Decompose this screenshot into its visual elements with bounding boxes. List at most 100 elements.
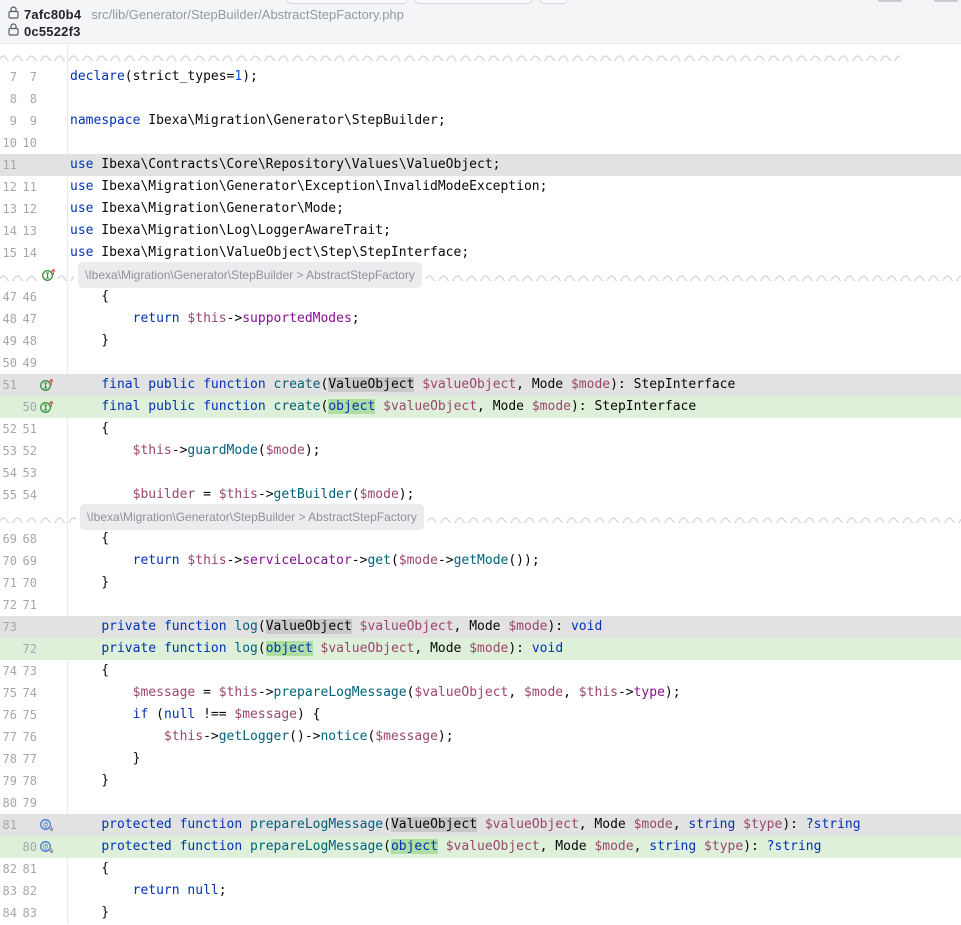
line-number-gutter: 1010 — [0, 132, 67, 154]
code-text: } — [67, 572, 961, 594]
code-line[interactable]: 1312use Ibexa\Migration\Generator\Mode; — [0, 198, 961, 220]
code-line[interactable]: 7170 } — [0, 572, 961, 594]
line-number-old: 83 — [0, 880, 17, 902]
line-number-new: 77 — [17, 748, 37, 770]
diff-line-removed[interactable]: 11use Ibexa\Contracts\Core\Repository\Va… — [0, 154, 961, 176]
line-number-new: 48 — [17, 330, 37, 352]
code-line[interactable]: 7978 } — [0, 770, 961, 792]
wavy-separator — [0, 269, 40, 281]
code-line[interactable]: 5251 { — [0, 418, 961, 440]
line-number-new: 7 — [17, 66, 37, 88]
line-number-old: 14 — [0, 220, 17, 242]
line-number-gutter: 5352 — [0, 440, 67, 462]
line-number-new: 74 — [17, 682, 37, 704]
code-text: } — [67, 770, 961, 792]
line-number-gutter: 7877 — [0, 748, 67, 770]
code-line[interactable]: 1413use Ibexa\Migration\Log\LoggerAwareT… — [0, 220, 961, 242]
implements-method-icon[interactable]: I — [39, 399, 55, 415]
code-line[interactable]: 4948 } — [0, 330, 961, 352]
code-line[interactable]: 7675 if (null !== $message) { — [0, 704, 961, 726]
code-line[interactable]: 1010 — [0, 132, 961, 154]
code-text: $this->getLogger()->notice($message); — [67, 726, 961, 748]
line-number-old: 72 — [0, 594, 17, 616]
toolbar-edge — [540, 0, 567, 4]
line-number-gutter: 80@ — [0, 836, 67, 858]
lock-icon — [8, 6, 19, 24]
code-text: { — [67, 858, 961, 880]
code-line[interactable]: 7069 return $this->serviceLocator->get($… — [0, 550, 961, 572]
diff-line-added[interactable]: 50I final public function create(object … — [0, 396, 961, 418]
code-line[interactable]: 6968 { — [0, 528, 961, 550]
line-number-new: 80 — [17, 836, 37, 858]
wavy-separator — [428, 511, 961, 523]
annotated-method-icon[interactable]: @ — [39, 817, 55, 833]
code-line[interactable]: 99namespace Ibexa\Migration\Generator\St… — [0, 110, 961, 132]
line-number-gutter: 73 — [0, 616, 67, 638]
code-line[interactable]: 7574 $message = $this->prepareLogMessage… — [0, 682, 961, 704]
code-text: { — [67, 528, 961, 550]
toolbar-edge — [878, 0, 902, 2]
line-number-gutter: 7776 — [0, 726, 67, 748]
line-number-gutter: 81@ — [0, 814, 67, 836]
diff-editor[interactable]: 77 declare(strict_types=1);8899namespace … — [0, 44, 961, 924]
diff-line-added[interactable]: 80@ protected function prepareLogMessage… — [0, 836, 961, 858]
line-number-new: 76 — [17, 726, 37, 748]
code-line[interactable]: 8281 { — [0, 858, 961, 880]
code-line[interactable]: 7776 $this->getLogger()->notice($message… — [0, 726, 961, 748]
diff-line-removed[interactable]: 73 private function log(ValueObject $val… — [0, 616, 961, 638]
code-text: declare(strict_types=1); — [67, 66, 961, 88]
line-number-old: 47 — [0, 286, 17, 308]
code-line[interactable]: 1514use Ibexa\Migration\ValueObject\Step… — [0, 242, 961, 264]
code-line[interactable]: 5049 — [0, 352, 961, 374]
line-number-new: 14 — [17, 242, 37, 264]
line-number-old: 84 — [0, 902, 17, 924]
line-number-gutter: 7675 — [0, 704, 67, 726]
implements-method-icon[interactable]: I — [41, 267, 57, 283]
line-number-old: 78 — [0, 748, 17, 770]
line-number-gutter: 1514 — [0, 242, 67, 264]
toolbar-edge — [415, 0, 532, 4]
line-number-new: 50 — [17, 396, 37, 418]
code-line[interactable]: 88 — [0, 88, 961, 110]
diff-body: 77 declare(strict_types=1);8899namespace … — [0, 44, 961, 924]
code-text: use Ibexa\Migration\Generator\Mode; — [67, 198, 961, 220]
line-number-gutter: 4847 — [0, 308, 67, 330]
collapsed-region-separator: I \Ibexa\Migration\Generator\StepBuilder … — [0, 264, 961, 286]
collapsed-region-separator: \Ibexa\Migration\Generator\StepBuilder >… — [0, 506, 961, 528]
line-number-gutter: 7473 — [0, 660, 67, 682]
line-number-new: 51 — [17, 418, 37, 440]
diff-line-removed[interactable]: 51I final public function create(ValueOb… — [0, 374, 961, 396]
line-number-gutter: 5453 — [0, 462, 67, 484]
code-line[interactable]: 7877 } — [0, 748, 961, 770]
code-text: use Ibexa\Migration\Generator\Exception\… — [67, 176, 961, 198]
line-number-old: 69 — [0, 528, 17, 550]
revision-new: 0c5522f3 — [24, 24, 81, 39]
line-number-gutter: 8079 — [0, 792, 67, 814]
code-text: } — [67, 748, 961, 770]
code-line[interactable]: 8483 } — [0, 902, 961, 924]
code-line[interactable]: 8382 return null; — [0, 880, 961, 902]
code-text: $message = $this->prepareLogMessage($val… — [67, 682, 961, 704]
collapsed-region-label[interactable]: \Ibexa\Migration\Generator\StepBuilder >… — [80, 504, 424, 530]
code-line[interactable]: 8079 — [0, 792, 961, 814]
line-number-new: 79 — [17, 792, 37, 814]
diff-line-removed[interactable]: 81@ protected function prepareLogMessage… — [0, 814, 961, 836]
diff-line-added[interactable]: 72 private function log(object $valueObj… — [0, 638, 961, 660]
code-text: namespace Ibexa\Migration\Generator\Step… — [67, 110, 961, 132]
wavy-separator — [0, 511, 76, 523]
code-line[interactable]: 5352 $this->guardMode($mode); — [0, 440, 961, 462]
annotated-method-icon[interactable]: @ — [39, 839, 55, 855]
diff-header: 7afc80b4 src/lib/Generator/StepBuilder/A… — [0, 0, 961, 44]
collapsed-region-label[interactable]: \Ibexa\Migration\Generator\StepBuilder >… — [78, 262, 422, 288]
line-number-gutter: 1312 — [0, 198, 67, 220]
code-line[interactable]: 7271 — [0, 594, 961, 616]
code-line[interactable]: 77declare(strict_types=1); — [0, 66, 961, 88]
line-number-old: 53 — [0, 440, 17, 462]
code-line[interactable]: 4847 return $this->supportedModes; — [0, 308, 961, 330]
code-line[interactable]: 5554 $builder = $this->getBuilder($mode)… — [0, 484, 961, 506]
implements-method-icon[interactable]: I — [39, 377, 55, 393]
code-line[interactable]: 5453 — [0, 462, 961, 484]
code-line[interactable]: 1211use Ibexa\Migration\Generator\Except… — [0, 176, 961, 198]
code-line[interactable]: 7473 { — [0, 660, 961, 682]
code-line[interactable]: 4746 { — [0, 286, 961, 308]
